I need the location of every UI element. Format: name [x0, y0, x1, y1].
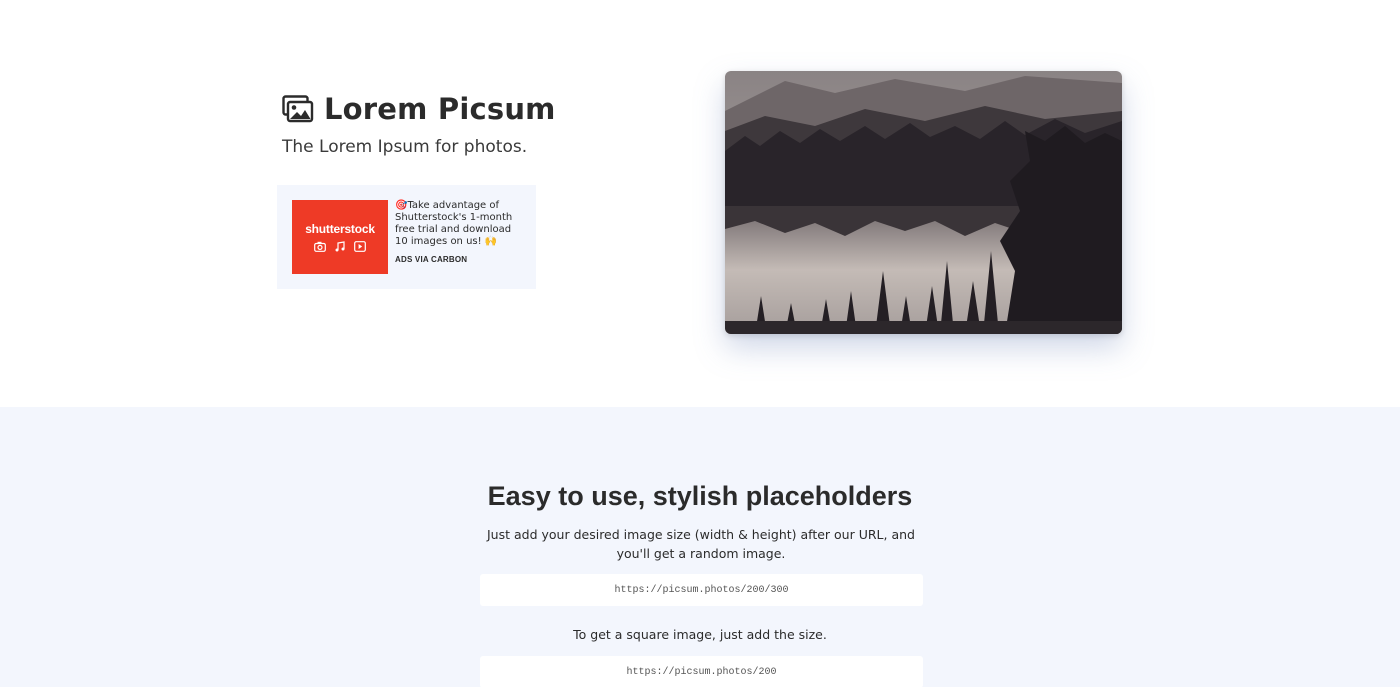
ad-text[interactable]: 🎯Take advantage of Shutterstock's 1-mont… [395, 200, 517, 248]
features-title: Easy to use, stylish placeholders [487, 481, 913, 511]
hero-landscape-photo [725, 71, 1122, 334]
example-url[interactable]: https://picsum.photos/200/300 [614, 585, 788, 596]
example-url-box[interactable]: https://picsum.photos/200/300 [480, 574, 923, 606]
features-section: Easy to use, stylish placeholders Just a… [0, 407, 1400, 687]
features-description: Just add your desired image size (width … [487, 527, 915, 561]
images-icon [282, 95, 314, 123]
carbon-ad[interactable]: shutterstock 🎯Take advantage of Shutters… [277, 185, 536, 289]
ad-logo-icons [314, 241, 366, 252]
square-image-text: To get a square image, just add the size… [573, 627, 827, 642]
play-icon [354, 241, 366, 252]
example-square-url-box[interactable]: https://picsum.photos/200 [480, 656, 923, 687]
music-icon [335, 241, 345, 252]
tagline: The Lorem Ipsum for photos. [282, 137, 528, 157]
shutterstock-ad-logo[interactable]: shutterstock [292, 200, 388, 274]
camera-icon [314, 241, 326, 252]
ads-via-carbon-link[interactable]: ADS VIA CARBON [395, 255, 467, 264]
ad-logo-text: shutterstock [305, 222, 375, 236]
brand: Lorem Picsum [282, 92, 556, 126]
hero-section: Lorem Picsum The Lorem Ipsum for photos.… [0, 0, 1400, 407]
example-square-url[interactable]: https://picsum.photos/200 [626, 667, 776, 678]
page-title: Lorem Picsum [324, 92, 556, 126]
